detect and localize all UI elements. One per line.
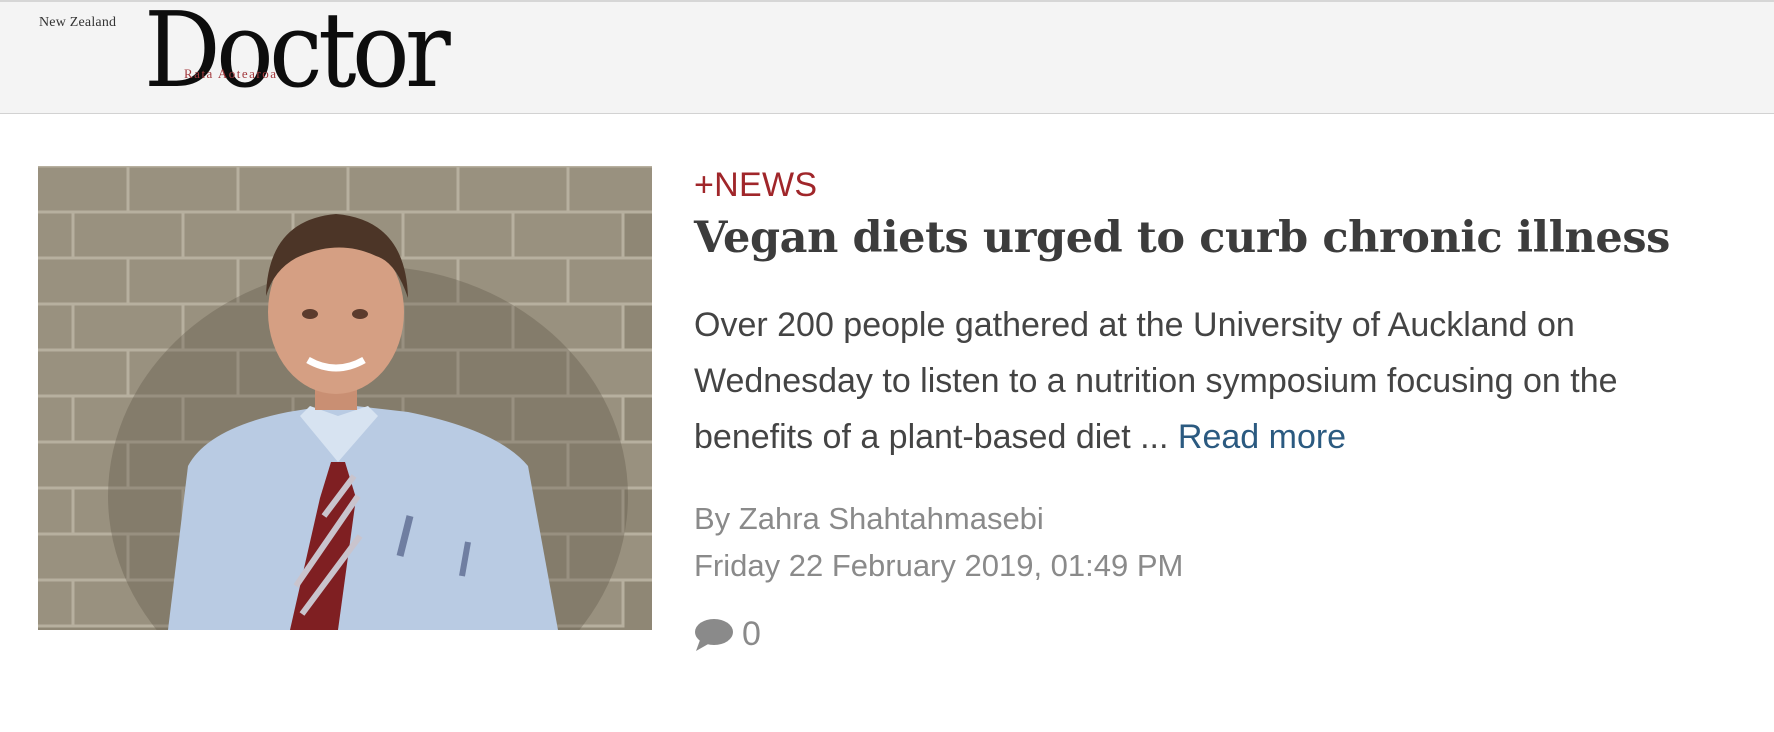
category-label[interactable]: +NEWS bbox=[694, 168, 1744, 202]
site-header: New Zealand Doctor Rata Aotearoa bbox=[0, 0, 1774, 114]
comment-count: 0 bbox=[742, 615, 761, 654]
read-more-link[interactable]: Read more bbox=[1178, 418, 1346, 456]
article-excerpt: Over 200 people gathered at the Universi… bbox=[694, 297, 1744, 465]
excerpt-text: Over 200 people gathered at the Universi… bbox=[694, 306, 1618, 457]
publish-date: Friday 22 February 2019, 01:49 PM bbox=[694, 548, 1184, 584]
logo-subtitle: Rata Aotearoa bbox=[184, 66, 278, 81]
portrait-photo bbox=[38, 166, 652, 630]
article-thumbnail[interactable] bbox=[38, 166, 652, 630]
logo-wordmark: Doctor bbox=[144, 0, 451, 111]
article-headline[interactable]: Vegan diets urged to curb chronic illnes… bbox=[694, 213, 1744, 263]
speech-bubble-icon bbox=[694, 618, 734, 652]
comments-link[interactable]: 0 bbox=[694, 615, 1744, 654]
article-summary: +NEWS Vegan diets urged to curb chronic … bbox=[694, 168, 1744, 654]
logo-kicker: New Zealand bbox=[39, 15, 117, 30]
author-byline: By Zahra Shahtahmasebi bbox=[694, 501, 1044, 537]
site-logo[interactable]: New Zealand Doctor Rata Aotearoa bbox=[36, 0, 496, 108]
